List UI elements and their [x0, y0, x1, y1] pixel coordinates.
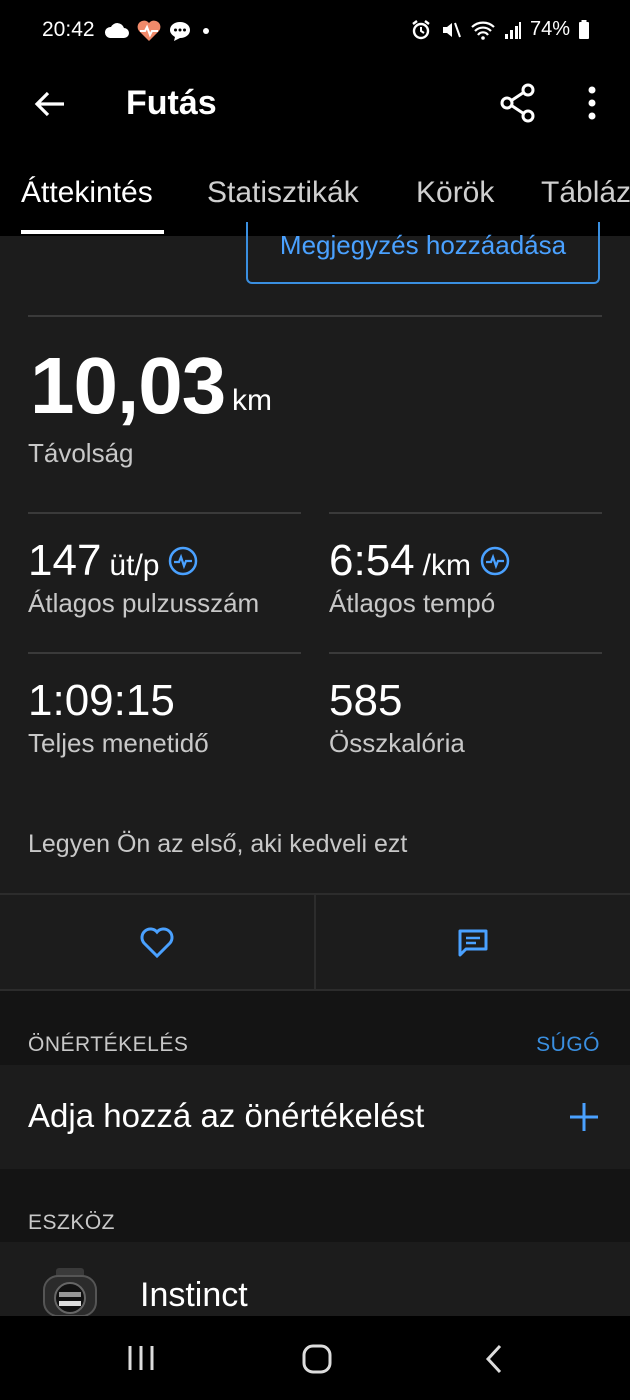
distance-unit: km — [232, 384, 272, 417]
plus-icon[interactable] — [568, 1101, 600, 1133]
action-row — [0, 893, 630, 991]
cloud-icon — [104, 23, 129, 38]
message-icon — [170, 22, 190, 41]
tab-statistics[interactable]: Statisztikák — [207, 176, 359, 210]
back-nav-icon[interactable] — [482, 1343, 506, 1375]
distance-value: 10,03 — [30, 341, 226, 430]
stat-avg-pace: 6:54 /km Átlagos tempó — [329, 536, 511, 619]
device-name: Instinct — [140, 1276, 248, 1314]
stat-value: 1:09:15 — [28, 676, 175, 725]
comment-icon — [458, 929, 488, 957]
stat-value: 585 — [329, 676, 403, 725]
stat-label: Átlagos pulzusszám — [28, 588, 260, 618]
heartbeat-icon[interactable] — [479, 545, 511, 577]
battery-percent: 74% — [529, 18, 570, 40]
more-options-icon[interactable] — [580, 84, 604, 124]
heart-rate-icon — [137, 20, 161, 41]
status-time: 20:42 — [42, 18, 95, 41]
home-icon[interactable] — [301, 1343, 333, 1375]
heart-outline-icon — [140, 927, 174, 959]
divider — [28, 315, 602, 317]
system-nav-bar — [0, 1316, 630, 1400]
likes-text: Legyen Ön az első, aki kedveli ezt — [28, 830, 408, 858]
system-icons: 74% — [410, 18, 590, 41]
device-row[interactable]: Instinct — [0, 1242, 630, 1316]
help-link[interactable]: SÚGÓ — [536, 1033, 600, 1057]
divider — [28, 652, 301, 654]
status-bar: 20:42 74% — [0, 0, 630, 62]
distance-label: Távolság — [28, 438, 134, 468]
page-title: Futás — [126, 84, 217, 122]
stat-avg-heart-rate: 147 üt/p Átlagos pulzusszám — [28, 536, 259, 619]
device-heading: ESZKÖZ — [28, 1211, 116, 1234]
add-note-label: Megjegyzés hozzáadása — [279, 229, 567, 260]
divider — [329, 652, 602, 654]
stat-label: Átlagos tempó — [329, 588, 496, 618]
wifi-icon — [471, 21, 495, 40]
active-tab-indicator — [21, 230, 164, 234]
dot-icon — [203, 28, 209, 34]
self-eval-header: ÖNÉRTÉKELÉS SÚGÓ — [0, 991, 630, 1065]
notification-icons — [104, 20, 214, 42]
stat-label: Teljes menetidő — [28, 728, 209, 758]
back-arrow-icon[interactable] — [30, 84, 70, 124]
divider — [28, 512, 301, 514]
app-bar: Futás — [0, 62, 630, 150]
heartbeat-icon[interactable] — [167, 545, 199, 577]
tab-laps[interactable]: Körök — [416, 176, 494, 210]
stat-value: 147 — [28, 536, 102, 585]
tab-table[interactable]: Tábláz — [541, 176, 630, 210]
device-header: ESZKÖZ — [0, 1169, 630, 1242]
comment-button[interactable] — [316, 895, 630, 991]
mute-icon — [442, 22, 461, 37]
stat-label: Összkalória — [329, 728, 465, 758]
stat-unit: /km — [422, 549, 471, 582]
like-button[interactable] — [0, 895, 314, 991]
alarm-icon — [412, 19, 430, 39]
watch-icon — [43, 1268, 97, 1316]
tab-overview[interactable]: Áttekintés — [21, 176, 153, 210]
stat-total-time: 1:09:15 Teljes menetidő — [28, 676, 209, 759]
stat-value: 6:54 — [329, 536, 415, 585]
battery-icon — [579, 19, 589, 39]
signal-icon — [504, 21, 521, 39]
stat-unit: üt/p — [109, 549, 160, 582]
add-note-button[interactable]: Megjegyzés hozzáadása — [246, 222, 600, 284]
divider — [329, 512, 602, 514]
share-icon[interactable] — [498, 82, 538, 124]
stat-total-calories: 585 Összkalória — [329, 676, 465, 759]
self-eval-heading: ÖNÉRTÉKELÉS — [28, 1033, 189, 1056]
add-self-eval-label: Adja hozzá az önértékelést — [28, 1097, 425, 1134]
recent-apps-icon[interactable] — [126, 1344, 156, 1372]
add-self-eval-row[interactable]: Adja hozzá az önértékelést — [0, 1065, 630, 1169]
